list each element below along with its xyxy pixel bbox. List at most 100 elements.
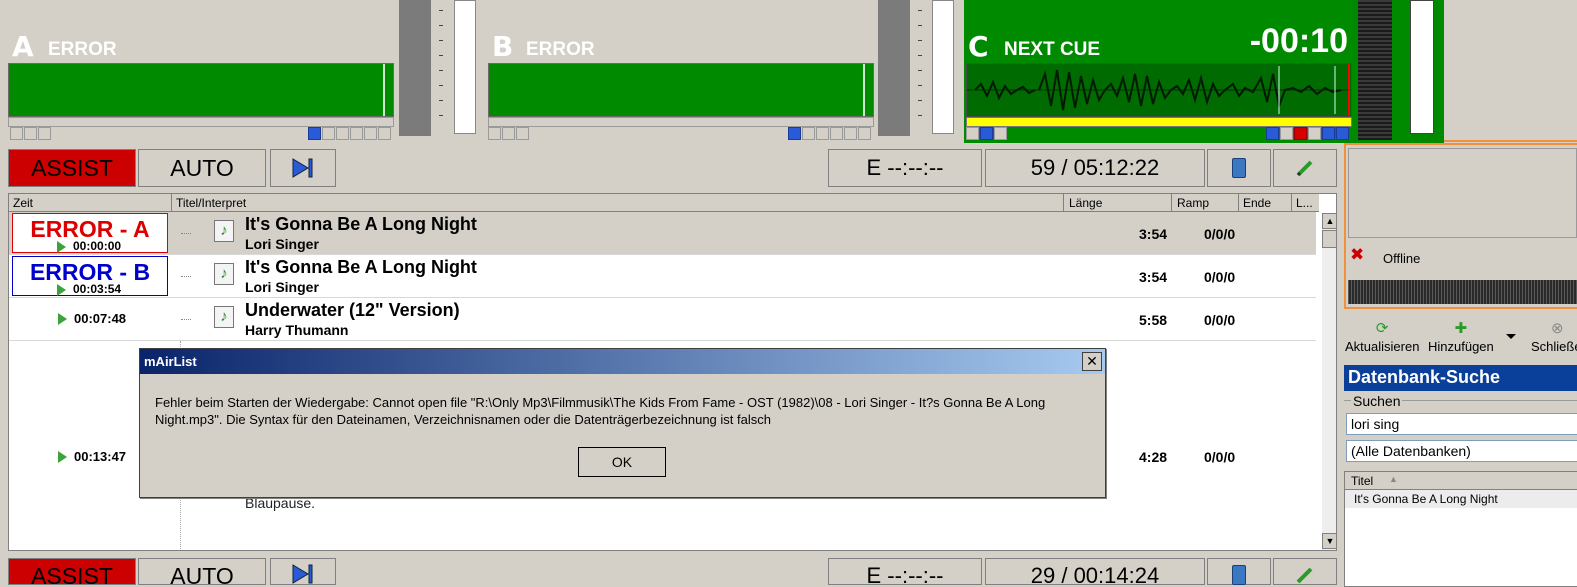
trash-button-bottom[interactable] bbox=[1207, 558, 1271, 585]
database-search-title: Datenbank-Suche bbox=[1344, 365, 1577, 391]
player-c-config-icon[interactable] bbox=[966, 127, 979, 140]
player-b-options-icon[interactable] bbox=[516, 127, 529, 140]
player-b-rewind-icon[interactable] bbox=[802, 127, 815, 140]
player-a-fx-icon[interactable] bbox=[24, 127, 37, 140]
results-header: Titel ▲ bbox=[1345, 472, 1577, 490]
row-time: 00:07:48 bbox=[74, 311, 127, 326]
playlist-scrollbar[interactable]: ▲ ▼ bbox=[1322, 213, 1336, 550]
player-b-status: ERROR bbox=[526, 39, 595, 60]
player-c-pause-icon[interactable] bbox=[1308, 127, 1321, 140]
player-a-stop-icon[interactable] bbox=[336, 127, 349, 140]
edit-button-bottom[interactable] bbox=[1273, 558, 1337, 585]
close-panel-button[interactable]: ⊗ Schließen bbox=[1531, 321, 1577, 355]
player-b-pause-icon[interactable] bbox=[830, 127, 843, 140]
player-b: B ERROR bbox=[486, 0, 962, 143]
player-c-options-icon[interactable] bbox=[994, 127, 1007, 140]
scroll-up-button[interactable]: ▲ bbox=[1322, 213, 1336, 229]
player-c-fx-icon[interactable] bbox=[980, 127, 993, 140]
dialog-close-button[interactable]: ✕ bbox=[1082, 352, 1102, 371]
player-a-wave-end bbox=[383, 64, 385, 116]
end-time-display-bottom: E --:--:-- bbox=[828, 558, 982, 585]
column-titel-results[interactable]: Titel bbox=[1351, 474, 1373, 488]
player-c-play-icon[interactable] bbox=[1322, 127, 1335, 140]
column-titel[interactable]: Titel/Interpret bbox=[176, 196, 246, 210]
column-ramp[interactable]: Ramp bbox=[1177, 196, 1209, 210]
player-a-play-icon[interactable] bbox=[364, 127, 377, 140]
player-c-volume-slider[interactable] bbox=[1410, 0, 1434, 134]
player-b-eject-icon[interactable] bbox=[788, 127, 801, 140]
player-a-config-icon[interactable] bbox=[10, 127, 23, 140]
player-c-stop-icon[interactable] bbox=[1294, 127, 1307, 140]
player-b-stop-icon[interactable] bbox=[816, 127, 829, 140]
playlist-row[interactable]: 00:07:48 ♪ Underwater (12" Version) Harr… bbox=[9, 298, 1316, 341]
player-c-eject-icon[interactable] bbox=[1266, 127, 1279, 140]
player-b-volume-slider[interactable] bbox=[932, 0, 954, 134]
auto-button-bottom[interactable]: AUTO bbox=[138, 558, 266, 585]
player-b-waveform[interactable] bbox=[488, 63, 874, 117]
player-a-pause-icon[interactable] bbox=[350, 127, 363, 140]
player-a-rewind-icon[interactable] bbox=[322, 127, 335, 140]
player-c-progress[interactable] bbox=[966, 117, 1352, 127]
auto-button[interactable]: AUTO bbox=[138, 149, 266, 187]
ok-button[interactable]: OK bbox=[578, 447, 666, 477]
trash-button[interactable] bbox=[1207, 149, 1271, 187]
encoder-display bbox=[1348, 148, 1577, 238]
player-a-volume-slider[interactable] bbox=[454, 0, 476, 134]
row-length: 5:58 bbox=[1139, 312, 1168, 328]
player-a: A ERROR bbox=[0, 0, 484, 143]
database-results[interactable]: Titel ▲ It's Gonna Be A Long Night bbox=[1344, 471, 1577, 587]
player-b-config-icon[interactable] bbox=[488, 127, 501, 140]
row-tree-line bbox=[181, 276, 191, 277]
edit-button[interactable] bbox=[1273, 149, 1337, 187]
row-ramp: 0/0/0 bbox=[1204, 312, 1236, 328]
player-b-next-icon[interactable] bbox=[858, 127, 871, 140]
player-c-rewind-icon[interactable] bbox=[1280, 127, 1293, 140]
encoder-panel: ✖ Offline bbox=[1344, 143, 1577, 309]
row-time: 00:03:54 bbox=[73, 282, 122, 296]
player-c: C NEXT CUE -00:10 bbox=[964, 0, 1444, 143]
player-b-play-icon[interactable] bbox=[844, 127, 857, 140]
row-tree-line bbox=[181, 233, 191, 234]
add-button[interactable]: ✚ Hinzufügen bbox=[1428, 320, 1494, 355]
play-state-icon bbox=[58, 451, 67, 463]
encoder-level-meter bbox=[1348, 280, 1577, 304]
dialog-titlebar[interactable]: mAirList ✕ bbox=[140, 349, 1105, 374]
player-a-waveform[interactable] bbox=[8, 63, 394, 117]
player-a-timeline[interactable] bbox=[8, 117, 394, 127]
player-a-toolbar bbox=[10, 127, 392, 140]
pencil-icon bbox=[1296, 160, 1313, 177]
scroll-thumb[interactable] bbox=[1322, 230, 1336, 248]
playlist-row[interactable]: ERROR - B 00:03:54 ♪ It's Gonna Be A Lon… bbox=[9, 255, 1316, 298]
refresh-icon: ⟳ bbox=[1375, 320, 1389, 337]
add-dropdown-arrow[interactable] bbox=[1506, 334, 1516, 339]
player-a-eject-icon[interactable] bbox=[308, 127, 321, 140]
player-a-next-icon[interactable] bbox=[378, 127, 391, 140]
skip-next-button[interactable] bbox=[270, 149, 336, 187]
row-time: 00:00:00 bbox=[73, 239, 122, 253]
player-c-waveform[interactable] bbox=[966, 63, 1352, 117]
dialog-title: mAirList bbox=[144, 354, 197, 369]
column-laenge[interactable]: Länge bbox=[1069, 196, 1102, 210]
playlist-row[interactable]: ERROR - A 00:00:00 ♪ It's Gonna Be A Lon… bbox=[9, 212, 1316, 255]
result-item[interactable]: It's Gonna Be A Long Night bbox=[1345, 490, 1577, 508]
refresh-button[interactable]: ⟳ Aktualisieren bbox=[1345, 320, 1419, 355]
column-zeit[interactable]: Zeit bbox=[13, 196, 33, 210]
error-dialog: mAirList ✕ Fehler beim Starten der Wiede… bbox=[139, 348, 1106, 498]
skip-next-button-bottom[interactable] bbox=[270, 558, 336, 585]
search-input[interactable]: lori sing bbox=[1346, 413, 1577, 435]
column-ende[interactable]: Ende bbox=[1243, 196, 1271, 210]
player-b-fx-icon[interactable] bbox=[502, 127, 515, 140]
column-l[interactable]: L... bbox=[1296, 196, 1313, 210]
scroll-down-button[interactable]: ▼ bbox=[1322, 533, 1336, 549]
player-b-level-meter bbox=[878, 0, 910, 136]
assist-button-bottom[interactable]: ASSIST bbox=[8, 558, 136, 585]
plus-icon: ✚ bbox=[1454, 320, 1468, 337]
player-b-timeline[interactable] bbox=[488, 117, 874, 127]
assist-button[interactable]: ASSIST bbox=[8, 149, 136, 187]
database-select[interactable]: (Alle Datenbanken) bbox=[1346, 440, 1577, 462]
player-b-wave-end bbox=[863, 64, 865, 116]
skip-next-icon bbox=[292, 158, 313, 178]
player-a-options-icon[interactable] bbox=[38, 127, 51, 140]
player-c-next-icon[interactable] bbox=[1336, 127, 1349, 140]
count-duration-display-bottom: 29 / 00:14:24 bbox=[985, 558, 1205, 585]
